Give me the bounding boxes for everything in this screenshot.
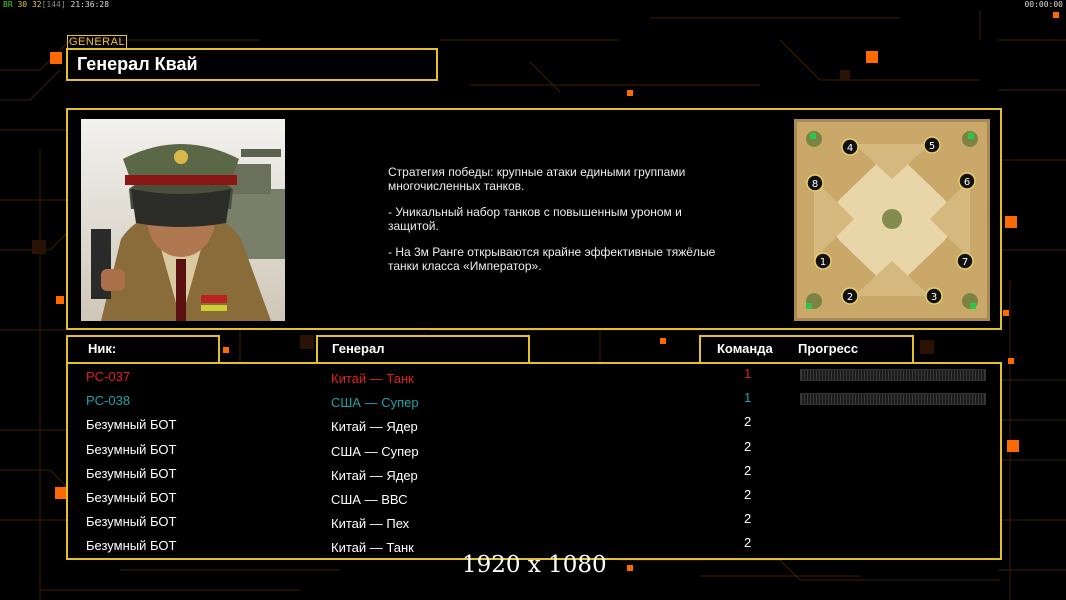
start-slot-8: 8 (812, 179, 818, 190)
general-name-box: Генерал Квай (66, 48, 438, 81)
player-row[interactable]: Безумный БОТ Китай — Ядер 2 (68, 414, 1000, 438)
start-slot-1: 1 (820, 257, 826, 268)
team-column-label: Команда (717, 341, 773, 356)
player-nick: Безумный БОТ (86, 441, 177, 457)
general-info-panel: Стратегия победы: крупные атаки едиными … (66, 108, 1002, 330)
progress-column-label: Прогресс (798, 341, 859, 356)
player-team[interactable]: 2 (744, 511, 751, 526)
player-nick: Безумный БОТ (86, 514, 177, 530)
loading-progress-bar (800, 369, 986, 381)
description-line: - Уникальный набор танков с повышенным у… (388, 205, 682, 233)
player-team[interactable]: 1 (744, 366, 751, 381)
player-row[interactable]: Безумный БОТ США — ВВС 2 (68, 487, 1000, 511)
player-team[interactable]: 2 (744, 535, 751, 550)
game-timer: 00:00:00 (1024, 0, 1063, 9)
player-nick: Безумный БОТ (86, 417, 177, 433)
player-general[interactable]: США — ВВС (331, 492, 408, 507)
player-list: PC-037 Китай — Танк 1 PC-038 США — Супер 1 Без… (66, 362, 1002, 560)
player-general[interactable]: США — Супер (331, 444, 419, 459)
player-team[interactable]: 2 (744, 414, 751, 429)
description-line: Стратегия победы: крупные атаки едиными … (388, 165, 686, 193)
player-general[interactable]: Китай — Танк (331, 371, 414, 386)
start-slot-7: 7 (962, 257, 968, 268)
player-nick: Безумный БОТ (86, 490, 177, 505)
player-row[interactable]: Безумный БОТ Китай — Ядер 2 (68, 463, 1000, 487)
player-general[interactable]: Китай — Танк (331, 540, 414, 555)
player-row[interactable]: Безумный БОТ США — Супер 2 (68, 439, 1000, 463)
player-team[interactable]: 2 (744, 439, 751, 454)
general-description: Стратегия победы: крупные атаки едиными … (388, 165, 728, 285)
general-column-header: Генерал (316, 335, 530, 364)
minimap: 1 2 3 4 5 6 7 8 (794, 119, 990, 321)
start-slot-5: 5 (929, 141, 935, 152)
general-portrait (81, 119, 285, 321)
nick-column-header: Ник: (66, 335, 220, 364)
start-slot-3: 3 (931, 292, 937, 303)
player-nick: Безумный БОТ (86, 538, 177, 554)
team-progress-header: Команда Прогресс (699, 335, 914, 364)
resolution-caption: 1920 x 1080 (462, 552, 607, 578)
player-general[interactable]: Китай — Ядер (331, 419, 418, 434)
player-row[interactable]: PC-037 Китай — Танк 1 (68, 366, 1000, 390)
player-team[interactable]: 1 (744, 390, 751, 405)
general-tag: GENERAL (67, 35, 128, 49)
player-general[interactable]: США — Супер (331, 395, 419, 410)
player-nick: PC-037 (86, 369, 131, 384)
description-line: - На 3м Ранге открываются крайне эффекти… (388, 245, 716, 273)
player-team[interactable]: 2 (744, 463, 751, 478)
general-name: Генерал Квай (77, 54, 198, 74)
start-slot-6: 6 (964, 177, 970, 188)
start-slot-4: 4 (847, 143, 853, 154)
start-slot-2: 2 (847, 292, 853, 303)
player-team[interactable]: 2 (744, 487, 751, 502)
player-general[interactable]: Китай — Пех (331, 516, 409, 531)
player-nick: Безумный БОТ (86, 465, 177, 481)
loading-progress-bar (800, 393, 986, 406)
fps-status: BR 30 32[144] 21:36:28 (3, 0, 110, 9)
player-nick: PC-038 (86, 393, 131, 409)
player-row[interactable]: Безумный БОТ Китай — Пех 2 (68, 511, 1000, 535)
player-general[interactable]: Китай — Ядер (331, 468, 418, 483)
player-row[interactable]: PC-038 США — Супер 1 (68, 390, 1000, 414)
